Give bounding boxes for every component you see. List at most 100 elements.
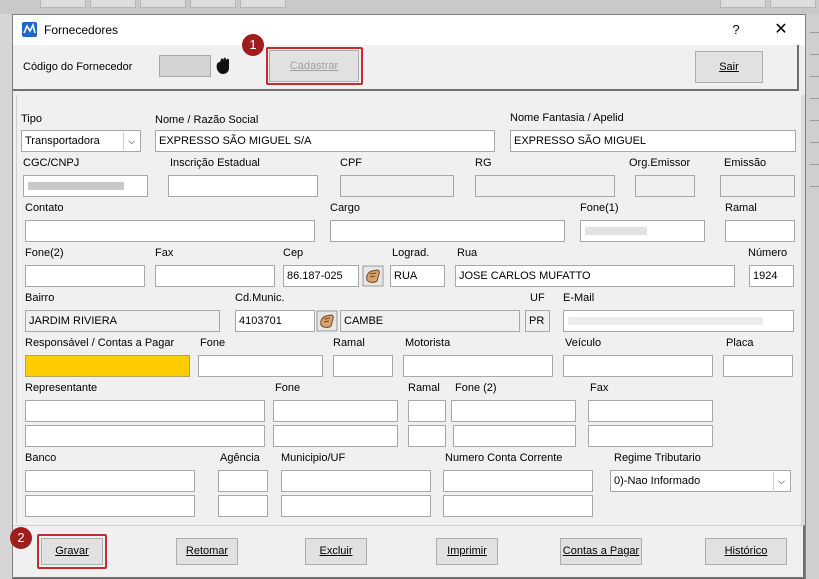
regime-value: 0)-Nao Informado: [614, 475, 701, 487]
agencia-field-2[interactable]: [218, 495, 268, 517]
numero-field[interactable]: 1924: [749, 265, 794, 287]
fone2-field[interactable]: [25, 265, 145, 287]
contato-label: Contato: [25, 202, 64, 214]
redacted-value: [585, 227, 647, 235]
ramal1-field[interactable]: [725, 220, 795, 242]
fone2-label: Fone(2): [25, 247, 64, 259]
retomar-button[interactable]: Retomar: [176, 538, 238, 565]
lograd-field[interactable]: RUA: [390, 265, 445, 287]
close-button[interactable]: ✕: [769, 19, 793, 41]
repr-field-1[interactable]: [25, 400, 265, 422]
orgemissor-field[interactable]: [635, 175, 695, 197]
agencia-label: Agência: [220, 452, 260, 464]
fantasia-label: Nome Fantasia / Apelid: [510, 112, 624, 124]
excluir-button[interactable]: Excluir: [305, 538, 367, 565]
conta-label: Numero Conta Corrente: [445, 452, 563, 464]
sair-button[interactable]: Sair: [695, 51, 763, 83]
motorista-field[interactable]: [403, 355, 553, 377]
repr-fax-field-2[interactable]: [588, 425, 713, 447]
repr-ramal-label: Ramal: [408, 382, 440, 394]
repr-ramal-field-1[interactable]: [408, 400, 446, 422]
repr-fax-field-1[interactable]: [588, 400, 713, 422]
cpf-label: CPF: [340, 157, 362, 169]
repr-fone-field-1[interactable]: [273, 400, 398, 422]
fantasia-field[interactable]: EXPRESSO SÃO MIGUEL: [510, 130, 796, 152]
resp-ramal-field[interactable]: [333, 355, 393, 377]
search-cep-icon[interactable]: [362, 265, 384, 287]
resp-field[interactable]: [25, 355, 190, 377]
rua-field[interactable]: JOSE CARLOS MUFATTO: [455, 265, 735, 287]
email-field[interactable]: [563, 310, 794, 332]
help-button[interactable]: ?: [725, 19, 747, 41]
agencia-field-1[interactable]: [218, 470, 268, 492]
repr-fone-label: Fone: [275, 382, 301, 394]
codigo-field[interactable]: [159, 55, 211, 77]
veiculo-field[interactable]: [563, 355, 713, 377]
search-hand-icon[interactable]: [212, 55, 234, 77]
repr-fax-label: Fax: [590, 382, 609, 394]
banco-field-2[interactable]: [25, 495, 195, 517]
background-left: [0, 14, 12, 579]
cdmunic-field[interactable]: 4103701: [235, 310, 315, 332]
rg-field[interactable]: [475, 175, 615, 197]
conta-field-2[interactable]: [443, 495, 593, 517]
contato-field[interactable]: [25, 220, 315, 242]
codigo-label: Código do Fornecedor: [23, 61, 133, 73]
ramal1-label: Ramal: [725, 202, 757, 214]
window-title: Fornecedores: [44, 23, 119, 37]
regime-select[interactable]: 0)-Nao Informado ⌵: [610, 470, 791, 492]
municipio-label: Municipio/UF: [281, 452, 346, 464]
tipo-select[interactable]: Transportadora ⌵: [21, 130, 141, 152]
ie-label: Inscrição Estadual: [170, 157, 260, 169]
veiculo-label: Veículo: [565, 337, 602, 349]
repr-fone2-label: Fone (2): [455, 382, 497, 394]
emissao-field[interactable]: [720, 175, 795, 197]
fone1-field[interactable]: [580, 220, 705, 242]
contas-a-pagar-button[interactable]: Contas a Pagar: [560, 538, 642, 565]
nome-label: Nome / Razão Social: [155, 114, 259, 126]
placa-label: Placa: [726, 337, 754, 349]
conta-field-1[interactable]: [443, 470, 593, 492]
nome-field[interactable]: EXPRESSO SÃO MIGUEL S/A: [155, 130, 495, 152]
fornecedores-dialog: Fornecedores ? ✕ Código do Fornecedor Ca…: [10, 14, 806, 579]
historico-button[interactable]: Histórico: [705, 538, 787, 565]
repr-fone-field-2[interactable]: [273, 425, 398, 447]
cgc-label: CGC/CNPJ: [23, 157, 80, 169]
municipio-field-2[interactable]: [281, 495, 431, 517]
cpf-field[interactable]: [340, 175, 454, 197]
resp-label: Responsável / Contas a Pagar: [25, 337, 175, 349]
highlight-box-cadastrar: [266, 47, 363, 85]
title-bar: Fornecedores ? ✕: [13, 15, 805, 45]
banco-field-1[interactable]: [25, 470, 195, 492]
cgc-field[interactable]: [23, 175, 148, 197]
background-toolbar: [0, 0, 819, 14]
repr-ramal-field-2[interactable]: [408, 425, 446, 447]
imprimir-button[interactable]: Imprimir: [436, 538, 498, 565]
step-badge-1: 1: [242, 34, 264, 56]
step-badge-2: 2: [10, 527, 32, 549]
bairro-label: Bairro: [25, 292, 55, 304]
cargo-field[interactable]: [330, 220, 565, 242]
orgemissor-label: Org.Emissor: [629, 157, 691, 169]
banco-label: Banco: [25, 452, 57, 464]
cep-field[interactable]: 86.187-025: [283, 265, 359, 287]
repr-label: Representante: [25, 382, 98, 394]
redacted-value: [568, 317, 763, 325]
bairro-field[interactable]: JARDIM RIVIERA: [25, 310, 220, 332]
resp-fone-field[interactable]: [198, 355, 323, 377]
form-scrollbar[interactable]: [801, 95, 805, 525]
cidade-field[interactable]: CAMBE: [340, 310, 520, 332]
placa-field[interactable]: [723, 355, 793, 377]
motorista-label: Motorista: [405, 337, 451, 349]
repr-fone2-field-2[interactable]: [453, 425, 576, 447]
uf-field[interactable]: PR: [525, 310, 550, 332]
repr-fone2-field-1[interactable]: [451, 400, 576, 422]
municipio-field-1[interactable]: [281, 470, 431, 492]
email-label: E-Mail: [563, 292, 595, 304]
footer-panel: 2 Gravar Retomar Excluir Imprimir Contas…: [10, 525, 805, 579]
search-municipio-icon[interactable]: [316, 310, 338, 332]
ie-field[interactable]: [168, 175, 318, 197]
fax-field[interactable]: [155, 265, 275, 287]
header-panel: Código do Fornecedor Cadastrar 1 Sair: [13, 34, 799, 91]
repr-field-2[interactable]: [25, 425, 265, 447]
